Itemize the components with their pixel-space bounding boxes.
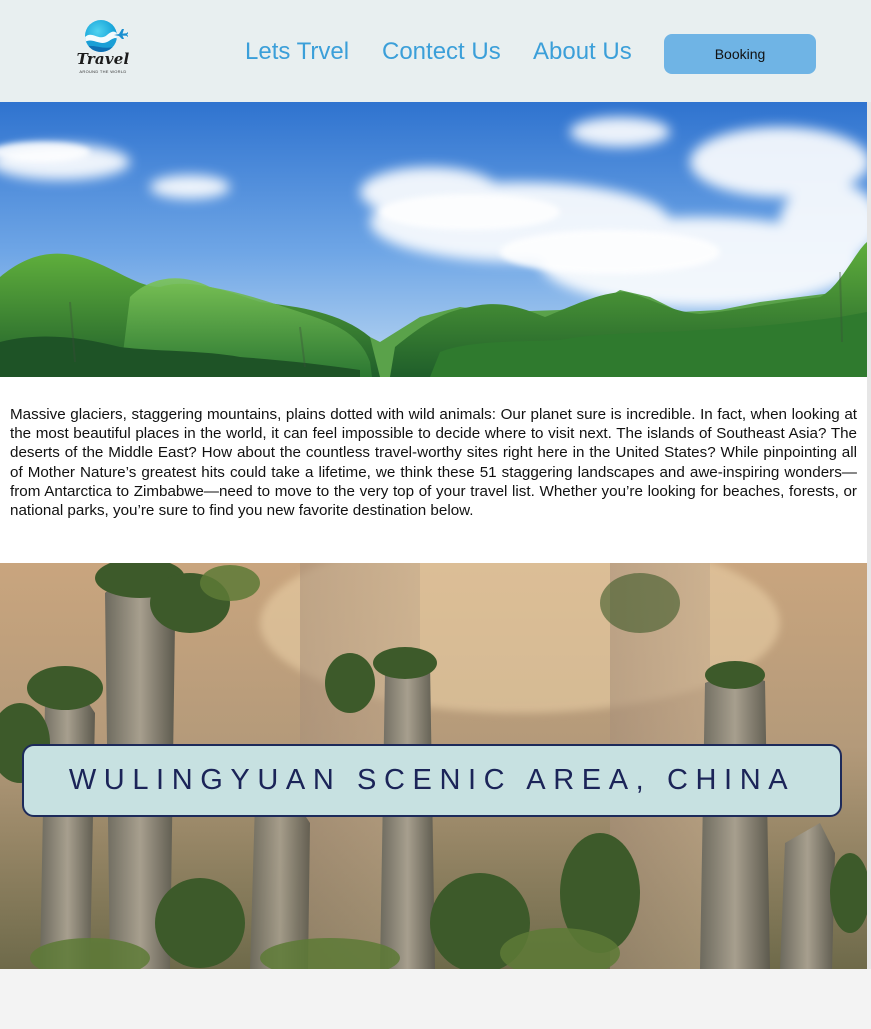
logo-tagline: AROUND THE WORLD bbox=[79, 69, 127, 74]
logo[interactable]: Travel AROUND THE WORLD bbox=[70, 18, 136, 80]
booking-button[interactable]: Booking bbox=[664, 34, 816, 74]
logo-name: Travel bbox=[76, 50, 130, 68]
caption-banner: WULINGYUAN SCENIC AREA, CHINA bbox=[22, 744, 842, 817]
wave-globe-icon bbox=[85, 20, 117, 52]
nav-link-lets-travel[interactable]: Lets Trvel bbox=[245, 38, 349, 66]
page-scrollbar[interactable] bbox=[867, 102, 871, 969]
scenic-section: WULINGYUAN SCENIC AREA, CHINA bbox=[0, 563, 867, 969]
intro-section: Massive glaciers, staggering mountains, … bbox=[0, 377, 867, 563]
airplane-icon bbox=[114, 26, 128, 44]
caption-title: WULINGYUAN SCENIC AREA, CHINA bbox=[68, 764, 796, 796]
nav-link-about-us[interactable]: About Us bbox=[533, 38, 632, 66]
mountain-landscape-image bbox=[0, 102, 867, 377]
hero-image bbox=[0, 102, 867, 377]
nav-link-contact-us[interactable]: Contect Us bbox=[382, 38, 501, 66]
intro-paragraph: Massive glaciers, staggering mountains, … bbox=[10, 406, 857, 520]
site-header: Travel AROUND THE WORLD Lets Trvel Conte… bbox=[0, 0, 871, 102]
